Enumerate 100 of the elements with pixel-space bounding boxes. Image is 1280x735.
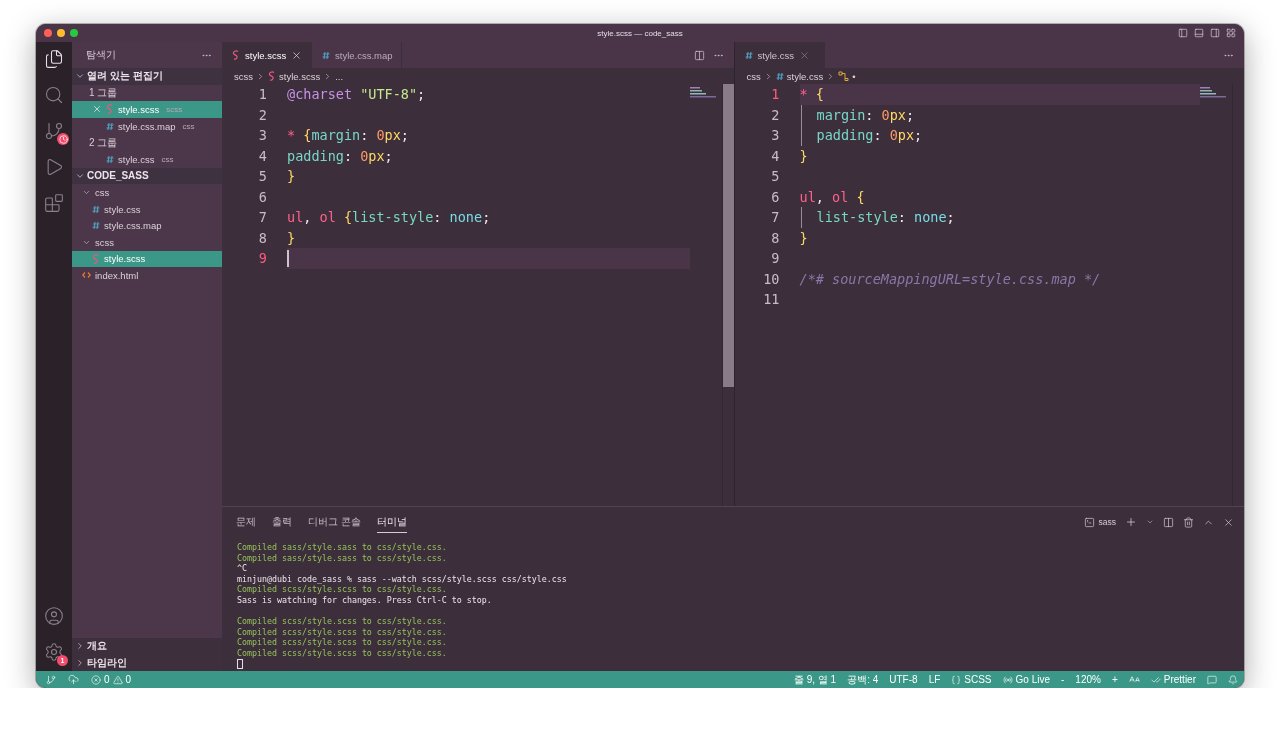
- group-label: 1 그룹: [88, 85, 119, 100]
- code-icon: [82, 271, 91, 280]
- close-icon: [798, 49, 810, 61]
- split-icon: [1163, 516, 1174, 528]
- editor-tab[interactable]: style.scss: [222, 42, 312, 68]
- clock-badge: [57, 133, 69, 145]
- line-number: 7: [770, 209, 780, 226]
- code-line: }: [799, 229, 808, 246]
- terminal-line: Compiled scss/style.scss to css/style.css.: [237, 616, 448, 627]
- breadcrumb[interactable]: css: [746, 70, 761, 82]
- terminal-line: Compiled scss/style.scss to css/style.css.: [237, 626, 448, 638]
- breadcrumb[interactable]: scss: [234, 70, 253, 82]
- terminal-line: Compiled scss/style.scss to css/style.css.: [237, 647, 448, 659]
- code-line: }: [287, 229, 296, 246]
- line-number: 8: [770, 229, 780, 246]
- folder-item[interactable]: scss: [72, 233, 222, 251]
- breadcrumb[interactable]: style.scss: [268, 70, 321, 82]
- panel-tab[interactable]: 터미널: [376, 511, 407, 533]
- terminal-line: Compiled scss/style.scss to css/style.css.: [237, 637, 448, 648]
- code-line: }: [287, 168, 296, 185]
- line-number: 3: [770, 127, 780, 144]
- close-icon: [92, 104, 102, 115]
- terminal-cursor: [237, 658, 243, 669]
- section-header[interactable]: 열려 있는 편집기: [72, 68, 222, 85]
- font-size-button[interactable]: [1128, 674, 1140, 685]
- trash-icon: [1183, 516, 1194, 528]
- search-icon[interactable]: [43, 84, 65, 106]
- hash-icon: [92, 204, 100, 214]
- code-line: padding: 0px;: [287, 147, 393, 164]
- open-editor-item[interactable]: style.css.map css: [72, 117, 222, 135]
- window-title: style.scss — code_sass: [597, 28, 683, 38]
- code-line: * {: [799, 86, 824, 103]
- secondary-sidebar-icon: [1210, 28, 1220, 38]
- sidebar-toggle-icon: [1178, 28, 1188, 38]
- close-dot[interactable]: [44, 29, 52, 37]
- line-number: 6: [257, 188, 267, 205]
- extensions-icon[interactable]: [43, 192, 65, 214]
- open-editor-item[interactable]: style.css css: [72, 150, 222, 168]
- go-live-button[interactable]: Go Live: [1002, 674, 1050, 685]
- status-item[interactable]: LF: [928, 674, 941, 685]
- problems-status[interactable]: 0 0: [91, 674, 132, 685]
- file-item[interactable]: style.css.map: [72, 217, 222, 234]
- status-item[interactable]: UTF-8: [889, 674, 918, 685]
- sass-icon: [106, 104, 114, 115]
- sass-icon: [232, 50, 240, 60]
- maximize-dot[interactable]: [70, 29, 78, 37]
- panel-tab[interactable]: 출력: [272, 511, 292, 533]
- hash-icon: [106, 154, 114, 164]
- account-icon[interactable]: [43, 605, 65, 627]
- open-editor-item[interactable]: style.scss scss: [72, 101, 222, 118]
- scrollbar[interactable]: [722, 84, 734, 387]
- breadcrumb[interactable]: •: [838, 70, 856, 82]
- editor-tab[interactable]: style.css: [734, 42, 825, 68]
- layout-icon: [1226, 28, 1236, 38]
- cloud-icon: [68, 674, 79, 685]
- breadcrumb[interactable]: ...: [335, 70, 344, 82]
- braces-icon: [951, 674, 962, 685]
- section-header[interactable]: CODE_SASS: [72, 167, 222, 185]
- line-number: 1: [770, 86, 780, 103]
- terminal-line: Compiled sass/style.sass to css/style.css.: [237, 542, 448, 553]
- sass-icon: [92, 253, 100, 264]
- file-item[interactable]: style.css: [72, 200, 222, 218]
- status-item[interactable]: 120%: [1075, 674, 1101, 685]
- line-number: 9: [770, 250, 780, 267]
- status-item[interactable]: -: [1061, 674, 1065, 685]
- line-number: 7: [257, 209, 267, 226]
- line-number: 10: [762, 270, 780, 287]
- broadcast-icon: [1002, 674, 1013, 685]
- hash-icon: [106, 121, 114, 131]
- code-line: padding: 0px;: [816, 127, 923, 144]
- font-size-icon: [1128, 674, 1140, 685]
- close-icon: [291, 49, 303, 61]
- status-item[interactable]: 줄 9, 열 1: [793, 672, 837, 687]
- breadcrumb[interactable]: style.css: [775, 70, 824, 82]
- terminal-icon: [1083, 516, 1095, 528]
- text-cursor: [287, 249, 289, 267]
- warning-icon: [112, 674, 123, 685]
- terminal-line: Sass is watching for changes. Press Ctrl-C to stop.: [237, 594, 493, 606]
- terminal-selector[interactable]: sass: [1083, 516, 1116, 528]
- minimize-dot[interactable]: [57, 29, 65, 37]
- file-item[interactable]: index.html: [72, 267, 222, 284]
- explorer-icon[interactable]: [43, 48, 65, 70]
- code-line: * {margin: 0px;: [287, 127, 409, 144]
- notifications-button[interactable]: [1228, 674, 1238, 685]
- bell-icon: [1228, 674, 1238, 685]
- hash-icon: [775, 71, 784, 81]
- status-item[interactable]: 공백: 4: [847, 672, 879, 687]
- status-item[interactable]: +: [1111, 674, 1118, 685]
- panel-tab[interactable]: 문제: [236, 511, 256, 533]
- folder-item[interactable]: css: [72, 184, 222, 201]
- line-number: 11: [762, 291, 780, 308]
- branch-icon: [46, 674, 56, 685]
- code-line: @charset "UTF-8";: [287, 86, 426, 103]
- chevron-icon: [1146, 518, 1154, 526]
- language-mode[interactable]: SCSS: [951, 674, 992, 685]
- panel-tab[interactable]: 디버그 콘솔: [308, 511, 361, 533]
- hash-icon: [92, 221, 100, 231]
- file-item[interactable]: style.scss: [72, 250, 222, 268]
- prettier-status[interactable]: Prettier: [1150, 674, 1196, 685]
- code-line: ul, ol {list-style: none;: [287, 209, 491, 226]
